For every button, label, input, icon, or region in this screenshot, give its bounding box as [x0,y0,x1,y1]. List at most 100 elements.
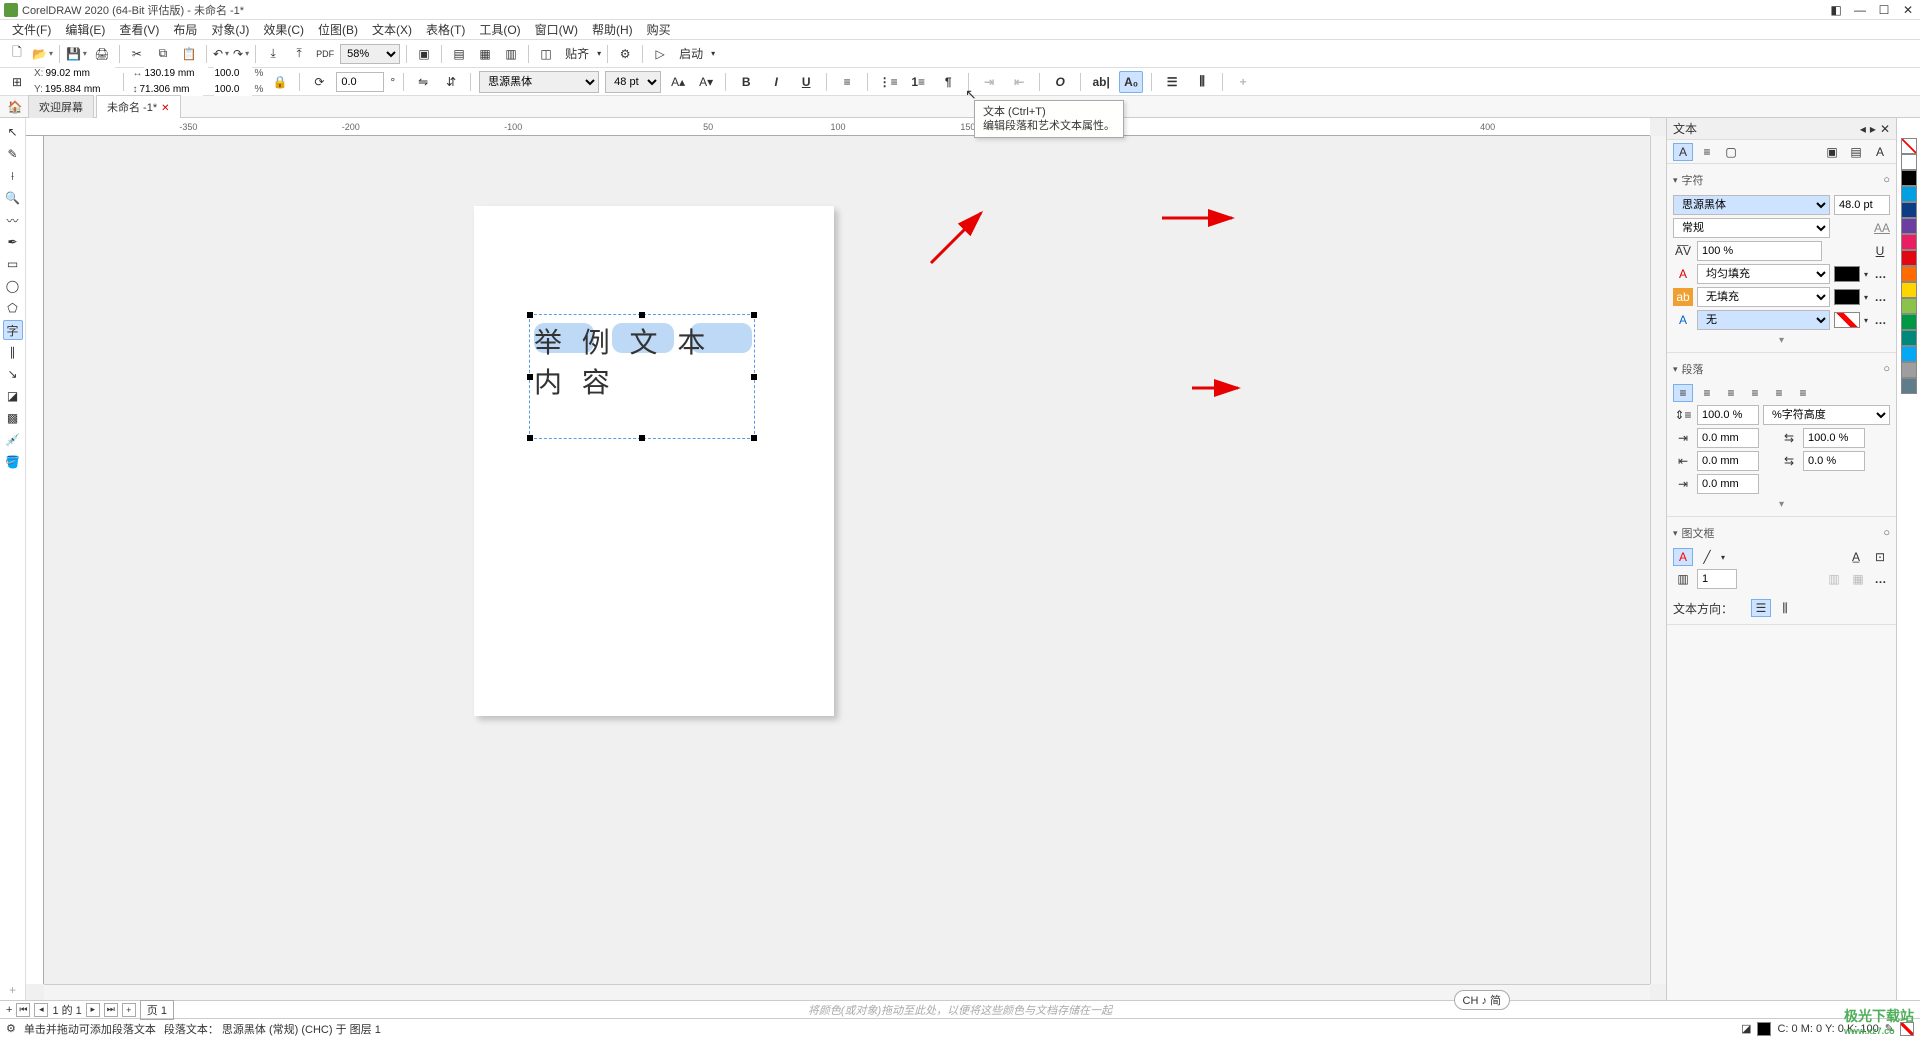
section-char[interactable]: 字符 [1682,172,1704,188]
snap-label[interactable]: 贴齐 [561,45,593,62]
line-spacing-input[interactable] [1697,405,1759,425]
section-para[interactable]: 段落 [1682,361,1704,377]
parallel-tool-icon[interactable]: ∥ [3,342,23,362]
docker-close-icon[interactable]: ✕ [1880,122,1890,136]
italic-button[interactable]: I [764,71,788,93]
space-after-input[interactable] [1697,451,1759,471]
no-color-swatch[interactable] [1901,138,1917,154]
align-c-icon[interactable]: ≡ [1721,384,1741,402]
dock-opt1-icon[interactable]: ▣ [1822,143,1842,161]
tab-welcome[interactable]: 欢迎屏幕 [28,95,94,118]
char-font-select[interactable]: 思源黑体 [1673,195,1830,215]
fill-indicator-icon[interactable]: ◪ [1741,1022,1751,1035]
align-f-icon[interactable]: ≡ [1793,384,1813,402]
menu-text[interactable]: 文本(X) [366,19,418,40]
maximize-icon[interactable]: ☐ [1876,2,1892,18]
color-swatch[interactable] [1901,298,1917,314]
font-family-select[interactable]: 思源黑体 [479,71,599,93]
mirror-h-icon[interactable]: ⇋ [412,71,434,93]
page[interactable]: 举 例 文 本 内 容 [474,206,834,716]
fill-more-icon[interactable]: … [1872,267,1890,281]
font-inc-icon[interactable]: A▴ [667,71,689,93]
object-origin-icon[interactable]: ⊞ [6,71,28,93]
menu-edit[interactable]: 编辑(E) [59,19,111,40]
right-pct-input[interactable] [1803,428,1865,448]
dropcap-icon[interactable]: ¶ [936,71,960,93]
page-tab[interactable]: 页 1 [140,1000,174,1020]
space-before-input[interactable] [1697,428,1759,448]
bg-more-icon[interactable]: … [1872,290,1890,304]
zoom-select[interactable]: 58% [340,44,400,64]
smallcaps-icon[interactable]: AA [1834,221,1890,235]
align-left-icon[interactable]: ≡ [835,71,859,93]
menu-layout[interactable]: 布局 [167,19,203,40]
color-swatch[interactable] [1901,266,1917,282]
para-tab-icon[interactable]: ≡ [1697,143,1717,161]
close-icon[interactable]: ✕ [1900,2,1916,18]
outline-more-icon[interactable]: … [1872,313,1890,327]
menu-file[interactable]: 文件(F) [6,19,57,40]
vertical-scrollbar[interactable] [1650,136,1666,984]
grid-icon[interactable]: ▦ [474,43,496,65]
page-last-icon[interactable]: ⏭ [104,1003,118,1017]
menu-table[interactable]: 表格(T) [420,19,471,40]
horizontal-scrollbar[interactable] [44,984,1650,1000]
open-icon[interactable]: 📂▾ [32,47,53,61]
text-frame-icon[interactable]: ☰ [1160,71,1184,93]
import-icon[interactable]: ⤓ [262,43,284,65]
connector-tool-icon[interactable]: ↘ [3,364,23,384]
align-r-icon[interactable]: ≡ [1745,384,1765,402]
para-collapse-icon[interactable]: ▾ [1673,497,1890,512]
text-content[interactable]: 举 例 文 本 内 容 [530,315,754,407]
color-swatch[interactable] [1901,202,1917,218]
tab-close-icon[interactable]: ✕ [161,103,169,114]
launch-label[interactable]: 启动 [675,45,707,62]
link-frame-icon[interactable]: ▥ [1824,570,1844,588]
frame-nofill-icon[interactable]: ╱ [1697,548,1717,566]
zoom-tool-icon[interactable]: 🔍 [3,188,23,208]
mirror-v-icon[interactable]: ⇵ [440,71,462,93]
vertical-text-icon[interactable]: O [1048,71,1072,93]
page-prev-icon[interactable]: ◂ [34,1003,48,1017]
frame-more-icon[interactable]: … [1872,572,1890,586]
edit-text-icon[interactable]: ab| [1089,71,1113,93]
vertical-ruler[interactable] [26,136,44,984]
align-j-icon[interactable]: ≡ [1769,384,1789,402]
font-size-select[interactable]: 48 pt [605,71,661,93]
frame-tab-icon[interactable]: ▢ [1721,143,1741,161]
shape-tool-icon[interactable]: ✎ [3,144,23,164]
color-swatch[interactable] [1901,170,1917,186]
color-swatch[interactable] [1901,250,1917,266]
x-input[interactable] [45,66,115,82]
char-tab-icon[interactable]: A [1673,143,1693,161]
fill-swatch[interactable] [1834,266,1860,282]
eyedropper-tool-icon[interactable]: 💉 [3,430,23,450]
columns-input[interactable] [1697,569,1737,589]
tab-document[interactable]: 未命名 -1*✕ [96,95,181,118]
dock-opt2-icon[interactable]: ▤ [1846,143,1866,161]
save-icon[interactable]: 💾▾ [66,47,87,61]
rectangle-tool-icon[interactable]: ▭ [3,254,23,274]
ellipse-tool-icon[interactable]: ◯ [3,276,23,296]
char-collapse-icon[interactable]: ▾ [1673,333,1890,348]
vertical-align-icon[interactable]: A̲ [1846,548,1866,566]
undo-icon[interactable]: ↶▾ [213,47,229,61]
color-swatch[interactable] [1901,234,1917,250]
paste-icon[interactable]: 📋 [178,43,200,65]
page-next-icon[interactable]: ▸ [86,1003,100,1017]
frame-fit-icon[interactable]: ⊡ [1870,548,1890,566]
section-frame[interactable]: 图文框 [1682,525,1715,541]
sec-frame-opt-icon[interactable]: ○ [1883,527,1890,539]
text-properties-button[interactable]: A₀ [1119,71,1143,93]
first-indent-input[interactable] [1697,474,1759,494]
new-icon[interactable]: 🗋 [6,43,28,65]
text-vertical-icon[interactable]: ⫼ [1775,599,1795,617]
color-swatch[interactable] [1901,330,1917,346]
numbering-icon[interactable]: 1≡ [906,71,930,93]
color-swatch[interactable] [1901,314,1917,330]
bold-button[interactable]: B [734,71,758,93]
horizontal-ruler[interactable]: -350 -200 -100 50 100 150 400 [26,118,1650,136]
underline-opt-icon[interactable]: U [1870,242,1890,260]
right-pct2-input[interactable] [1803,451,1865,471]
copy-icon[interactable]: ⧉ [152,43,174,65]
